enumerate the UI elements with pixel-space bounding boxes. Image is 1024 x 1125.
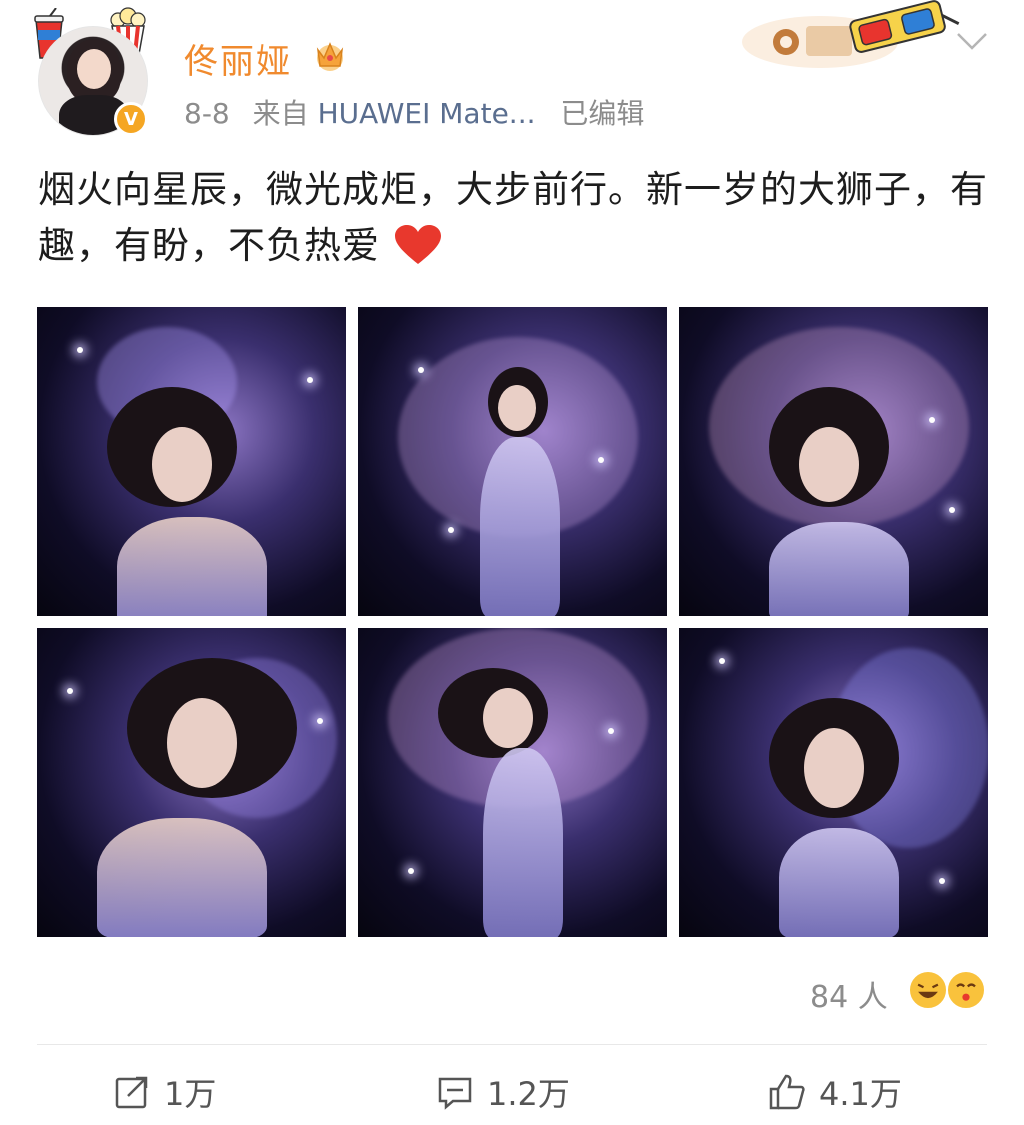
event-badge-icon[interactable] (740, 0, 960, 70)
author-name[interactable]: 佟丽娅 (184, 34, 292, 83)
comment-count: 1.2万 (487, 1075, 570, 1113)
post-body: 烟火向星辰，微光成炬，大步前行。新一岁的大狮子，有趣，有盼，不负热爱 (38, 168, 988, 267)
crown-icon[interactable] (310, 36, 350, 72)
repost-count: 1万 (164, 1075, 217, 1113)
post-photo[interactable] (679, 628, 988, 937)
kiss-emoji-icon (946, 970, 986, 1010)
action-bar: 1万 1.2万 4.1万 (0, 1060, 1024, 1120)
post-photo[interactable] (358, 307, 667, 616)
post-header: V 佟丽娅 8-8 来自 HUAWEI Mate... 已编辑 (0, 0, 1024, 140)
post-photo[interactable] (37, 628, 346, 937)
reaction-count[interactable]: 84 人 (810, 972, 888, 1016)
like-button[interactable]: 4.1万 (767, 1070, 902, 1114)
thumbs-up-icon (769, 1074, 805, 1110)
post-date: 8-8 (184, 97, 230, 130)
chevron-down-icon[interactable] (955, 30, 989, 52)
laughing-emoji-icon (908, 970, 948, 1010)
post-photo[interactable] (37, 307, 346, 616)
like-count: 4.1万 (819, 1075, 902, 1113)
edited-label[interactable]: 已编辑 (560, 97, 644, 130)
avatar-area[interactable]: V (32, 7, 152, 136)
post-photo[interactable] (358, 628, 667, 937)
verified-v-icon: V (114, 102, 148, 136)
source-prefix: 来自 (252, 97, 309, 130)
repost-icon (115, 1076, 148, 1109)
red-heart-icon (394, 225, 441, 264)
post-text: 烟火向星辰，微光成炬，大步前行。新一岁的大狮子，有趣，有盼，不负热爱 (38, 162, 998, 274)
post-photo[interactable] (679, 307, 988, 616)
post-meta: 8-8 来自 HUAWEI Mate... 已编辑 (184, 92, 644, 132)
photo-grid (37, 307, 988, 937)
post-source[interactable]: HUAWEI Mate... (318, 97, 536, 130)
comment-button[interactable]: 1.2万 (435, 1070, 570, 1114)
repost-button[interactable]: 1万 (112, 1070, 216, 1114)
divider (37, 1044, 987, 1045)
comment-icon (438, 1077, 472, 1110)
